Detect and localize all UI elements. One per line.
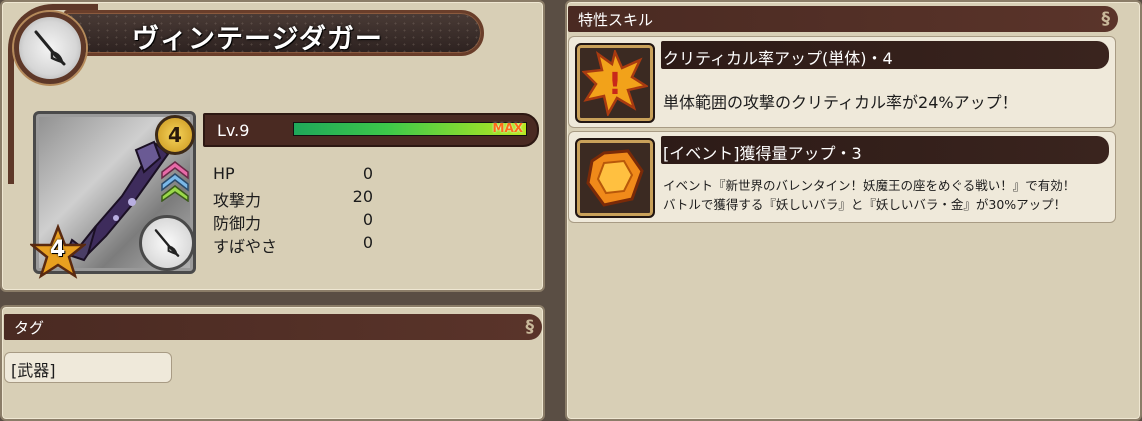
exp-fill: [294, 123, 526, 135]
skill-title-text: クリティカル率アップ(単体)・4: [663, 49, 893, 68]
rarity-value: 4: [168, 123, 182, 147]
stat-row-attack: 攻撃力 20: [213, 187, 373, 210]
skill-card-event[interactable]: [イベント]獲得量アップ・3 イベント『新世界のバレンタイン！妖魔王の座をめぐる…: [568, 131, 1116, 223]
tag-label: [武器]: [11, 361, 56, 380]
weapon-type-circle: [139, 215, 195, 271]
rapier-icon: [154, 229, 180, 257]
skill-description-line: バトルで獲得する『妖しいバラ』と『妖しいバラ・金』が30%アップ！: [663, 197, 1067, 212]
tag-header-label: タグ: [14, 319, 45, 337]
skill-title: [イベント]獲得量アップ・3: [661, 136, 1109, 164]
stat-value: 0: [362, 164, 373, 183]
rapier-icon: [34, 30, 66, 66]
stat-value: 20: [352, 187, 373, 206]
scroll-curl-icon: §: [525, 317, 535, 337]
rank-chevrons-icon: [158, 158, 192, 206]
stat-label: すばやさ: [213, 237, 278, 256]
level-label: Lv.9: [217, 121, 250, 140]
star-rank-badge: 4: [28, 223, 88, 280]
item-name: ヴィンテージダガー: [132, 24, 383, 55]
skill-title: クリティカル率アップ(単体)・4: [661, 41, 1109, 69]
skill-description-line: イベント『新世界のバレンタイン！妖魔王の座をめぐる戦い！』で有効！: [663, 178, 1076, 193]
stat-row-speed: すばやさ 0: [213, 233, 373, 256]
weapon-type-emblem: [14, 12, 86, 84]
level-bar: Lv.9 MAX: [203, 113, 539, 147]
critical-exclamation-icon: !: [575, 43, 655, 123]
stat-row-defense: 防御力 0: [213, 210, 373, 233]
stat-row-hp: HP 0: [213, 164, 373, 187]
skill-title-text: [イベント]獲得量アップ・3: [663, 144, 862, 163]
orange-gem-icon: [575, 138, 655, 218]
exp-track: MAX: [293, 121, 527, 136]
stats-list: HP 0 攻撃力 20 防御力 0 すばやさ 0: [213, 164, 373, 256]
tag-chip[interactable]: [武器]: [4, 352, 172, 383]
star-count: 4: [50, 237, 66, 262]
skills-header-label: 特性スキル: [578, 11, 654, 29]
stat-value: 0: [362, 210, 373, 229]
stat-label: 防御力: [213, 214, 262, 233]
stat-value: 0: [362, 233, 373, 252]
max-label: MAX: [492, 121, 523, 135]
svg-text:!: !: [608, 67, 622, 102]
skill-card-critical[interactable]: ! クリティカル率アップ(単体)・4 単体範囲の攻撃のクリティカル率が24%アッ…: [568, 36, 1116, 128]
rarity-badge: 4: [155, 115, 195, 155]
tag-section-header: タグ §: [4, 314, 542, 340]
skills-section-header: 特性スキル §: [568, 6, 1118, 32]
item-name-banner: ヴィンテージダガー: [64, 10, 484, 56]
stat-label: HP: [213, 164, 235, 183]
stat-label: 攻撃力: [213, 191, 262, 210]
skill-description: 単体範囲の攻撃のクリティカル率が24%アップ！: [663, 93, 1018, 112]
scroll-curl-icon: §: [1101, 9, 1111, 29]
